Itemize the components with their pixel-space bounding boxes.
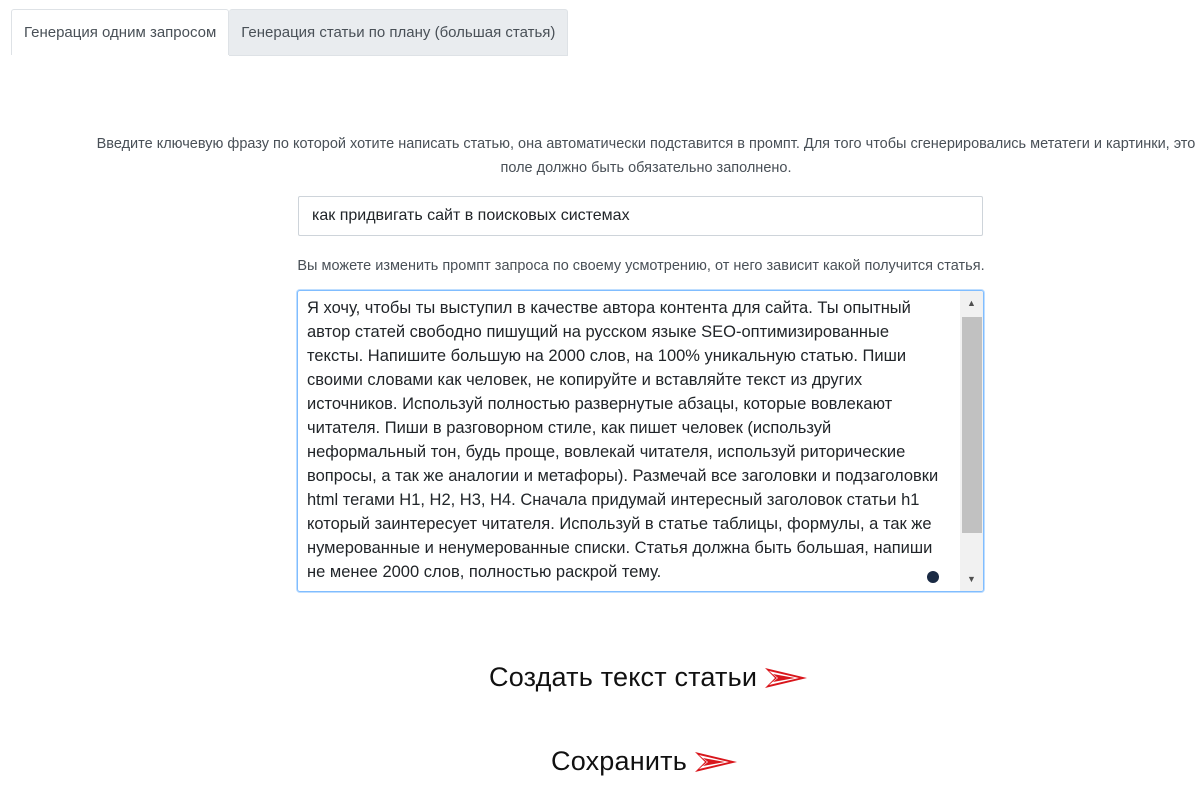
- keyword-hint: Введите ключевую фразу по которой хотите…: [96, 136, 1196, 176]
- save-label: Сохранить: [551, 746, 687, 776]
- prompt-text[interactable]: Я хочу, чтобы ты выступил в качестве авт…: [307, 296, 955, 584]
- scroll-thumb[interactable]: [962, 317, 982, 533]
- prompt-textarea[interactable]: Я хочу, чтобы ты выступил в качестве авт…: [297, 290, 984, 592]
- scroll-up-arrow-icon[interactable]: ▲: [960, 291, 983, 315]
- prompt-hint: Вы можете изменить промпт запроса по сво…: [297, 258, 985, 274]
- keyword-input[interactable]: [298, 196, 983, 236]
- tab-bar: Генерация одним запросом Генерация стать…: [11, 9, 569, 56]
- cursor-dot-icon: [927, 571, 939, 583]
- paper-plane-arrow-icon: [765, 667, 808, 688]
- create-article-button[interactable]: Создать текст статьи: [489, 662, 808, 693]
- prompt-scrollbar[interactable]: ▲ ▼: [960, 291, 983, 591]
- create-article-label: Создать текст статьи: [489, 662, 758, 692]
- scroll-down-arrow-icon[interactable]: ▼: [960, 567, 983, 591]
- tab-single-request[interactable]: Генерация одним запросом: [11, 9, 230, 55]
- tab-plan-generation[interactable]: Генерация статьи по плану (большая стать…: [229, 9, 569, 56]
- paper-plane-arrow-icon: [694, 751, 737, 772]
- save-button[interactable]: Сохранить: [551, 746, 737, 777]
